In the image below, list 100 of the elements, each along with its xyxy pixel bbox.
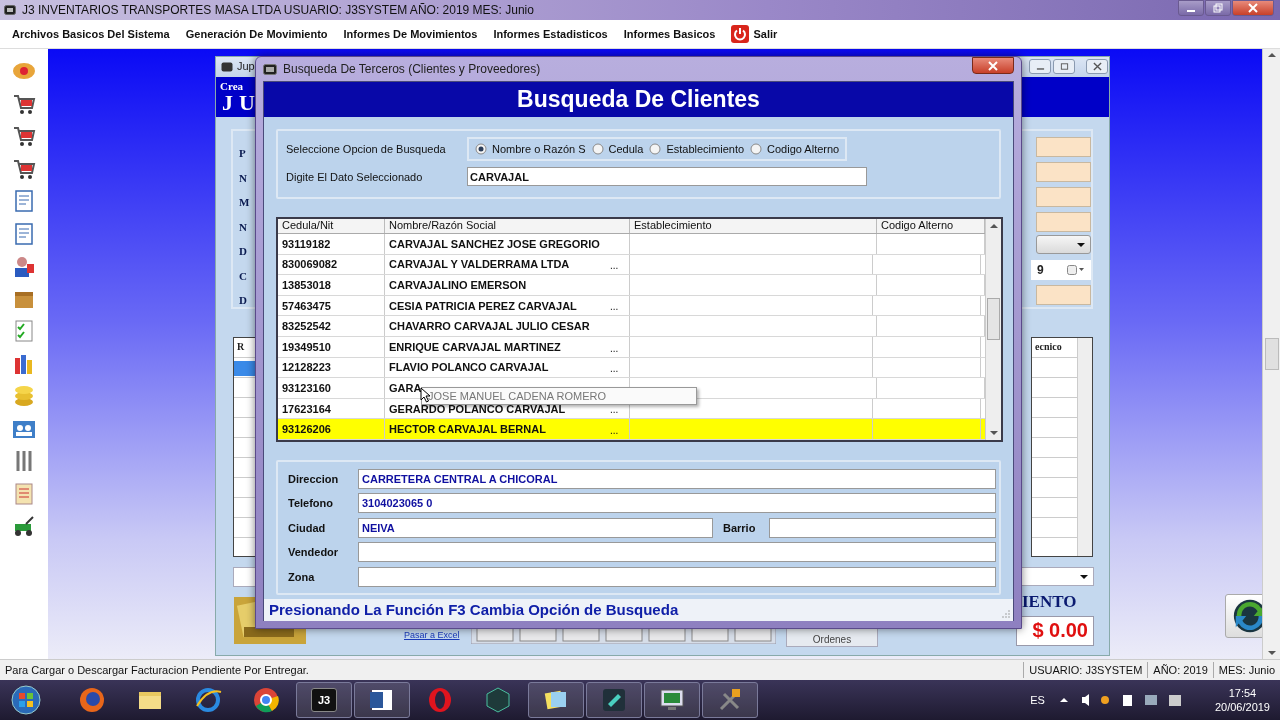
taskbar-app-button[interactable] <box>644 682 700 718</box>
scrollbar[interactable] <box>985 219 1001 440</box>
taskbar-app-button[interactable]: J3 <box>296 682 352 718</box>
input-field[interactable] <box>358 566 996 587</box>
field-label: Seleccione Opcion de Busqueda <box>286 143 447 155</box>
input-field[interactable] <box>1036 212 1091 232</box>
calendar-icon[interactable] <box>1067 265 1085 275</box>
minimize-button[interactable] <box>1029 59 1051 74</box>
taskbar-app-button[interactable] <box>702 682 758 718</box>
app-icon <box>221 62 233 72</box>
scroll-down-icon[interactable] <box>1267 651 1276 655</box>
close-button[interactable] <box>1086 59 1108 74</box>
input-field[interactable] <box>1036 187 1091 207</box>
more-button[interactable]: ... <box>610 343 626 354</box>
field-label: P <box>239 147 246 159</box>
radio-button[interactable] <box>591 143 604 155</box>
clock-date: 20/06/2019 <box>1214 700 1270 714</box>
date-field[interactable]: 9 <box>1031 260 1091 280</box>
more-button[interactable]: ... <box>610 302 626 313</box>
power-icon <box>731 25 750 43</box>
resize-grip-icon[interactable] <box>1002 609 1010 618</box>
table-row[interactable]: 13853018 CARVAJALINO EMERSON <box>278 275 985 296</box>
input-field[interactable] <box>1036 137 1091 157</box>
menu-item[interactable]: Archivos Basicos Del Sistema <box>6 28 176 40</box>
taskbar-app-button[interactable] <box>586 682 642 718</box>
table-cell: 830069082 <box>278 254 385 275</box>
field-label: N <box>239 220 247 233</box>
table-row[interactable]: 57463475 CESIA PATRICIA PEREZ CARVAJAL ... <box>278 295 985 317</box>
maximize-button[interactable] <box>1053 59 1075 74</box>
menu-item[interactable]: Informes Basicos <box>617 28 722 40</box>
field-label: D <box>239 294 247 306</box>
field-label: Vendedor <box>288 546 340 559</box>
table-cell: 13853018 <box>278 275 385 295</box>
input-field[interactable]: NEIVA <box>358 517 713 538</box>
radio-option[interactable]: Establecimiento <box>647 143 747 155</box>
minimize-icon <box>1187 10 1195 12</box>
close-button[interactable] <box>1232 0 1274 16</box>
scroll-up-icon[interactable] <box>1267 53 1276 57</box>
more-button[interactable]: ... <box>610 261 626 272</box>
export-link[interactable]: Pasar a Excel <box>404 630 460 640</box>
exit-menu-item[interactable]: Salir <box>725 25 784 43</box>
radio-option[interactable]: Codigo Alterno <box>748 143 842 155</box>
input-field[interactable] <box>769 517 996 538</box>
taskbar-app-button[interactable] <box>354 682 410 718</box>
menu-item[interactable]: Generación De Movimiento <box>179 28 334 40</box>
sync-button[interactable] <box>1225 594 1262 638</box>
close-icon <box>1092 62 1102 71</box>
total-heading: IENTO <box>1022 592 1077 612</box>
more-button[interactable]: ... <box>610 364 626 375</box>
input-field[interactable] <box>1036 285 1091 305</box>
input-field[interactable] <box>358 542 996 563</box>
close-button[interactable] <box>972 57 1014 74</box>
more-button[interactable]: ... <box>610 425 626 436</box>
header-text: Crea <box>220 80 243 92</box>
radio-button[interactable] <box>475 143 487 155</box>
hexagon-icon <box>484 686 512 714</box>
browser-icon <box>194 686 222 714</box>
input-field[interactable]: 3104023065 0 <box>358 493 996 514</box>
scroll-thumb[interactable] <box>987 298 1000 341</box>
scroll-down-icon[interactable] <box>989 430 998 435</box>
status-panel: USUARIO: J3SYSTEM <box>1023 662 1148 678</box>
taskbar-app-button[interactable] <box>528 682 584 718</box>
scroll-thumb[interactable] <box>1264 338 1279 370</box>
more-button[interactable]: ... <box>610 405 626 416</box>
scrollbar[interactable] <box>1077 338 1092 556</box>
scrollbar[interactable] <box>1262 49 1280 659</box>
orders-button[interactable]: Ordenes <box>786 627 878 647</box>
language-indicator[interactable]: ES <box>1030 694 1045 706</box>
column-header[interactable]: Cedula/Nit <box>278 219 385 233</box>
browser-icon <box>252 686 280 714</box>
radio-button[interactable] <box>649 143 662 155</box>
window-title: J3 INVENTARIOS TRANSPORTES MASA LTDA USUARIO: J3SYSTEM AÑO: 2019 MES: Junio <box>22 3 534 17</box>
browser-icon <box>426 686 454 714</box>
tooltip: JOSE MANUEL CADENA ROMERO <box>421 387 697 405</box>
input-field[interactable]: CARRETERA CENTRAL A CHICORAL <box>358 468 996 489</box>
radio-option[interactable]: Cedula <box>589 143 646 155</box>
table-row[interactable]: 93119182 CARVAJAL SANCHEZ JOSE GREGORIO <box>278 234 985 255</box>
search-field[interactable]: CARVAJAL <box>467 167 867 186</box>
menu-item[interactable]: Informes Estadisticos <box>487 28 614 40</box>
table-row[interactable]: 93126206 HECTOR CARVAJAL BERNAL ... <box>278 419 985 440</box>
cart-icon[interactable] <box>11 124 37 148</box>
input-field[interactable] <box>1036 162 1091 182</box>
window-title: Jup <box>237 60 255 72</box>
table-cell: 93123160 <box>278 378 385 398</box>
scroll-up-icon[interactable] <box>989 224 998 228</box>
restore-button[interactable] <box>1205 0 1231 16</box>
table-row[interactable]: 830069082 CARVAJAL Y VALDERRAMA LTDA ... <box>278 254 985 276</box>
table-row[interactable]: 83252542 CHAVARRO CARVAJAL JULIO CESAR <box>278 316 985 337</box>
radio-option[interactable]: Nombre o Razón S <box>473 143 588 155</box>
table-row[interactable]: 12128223 FLAVIO POLANCO CARVAJAL ... <box>278 357 985 379</box>
column-header[interactable]: Nombre/Razón Social <box>385 219 630 233</box>
minimize-button[interactable] <box>1178 0 1204 16</box>
column-header: R <box>237 341 245 352</box>
menu-item[interactable]: Informes De Movimientos <box>337 28 484 40</box>
column-header[interactable]: Establecimiento <box>630 219 877 233</box>
radio-button[interactable] <box>750 143 763 155</box>
field-label: Direccion <box>288 472 340 485</box>
dialog-heading: Busqueda De Clientes <box>264 82 1013 117</box>
table-row[interactable]: 19349510 ENRIQUE CARVAJAL MARTINEZ ... <box>278 336 985 358</box>
status-panel: MES: Junio <box>1212 662 1280 678</box>
